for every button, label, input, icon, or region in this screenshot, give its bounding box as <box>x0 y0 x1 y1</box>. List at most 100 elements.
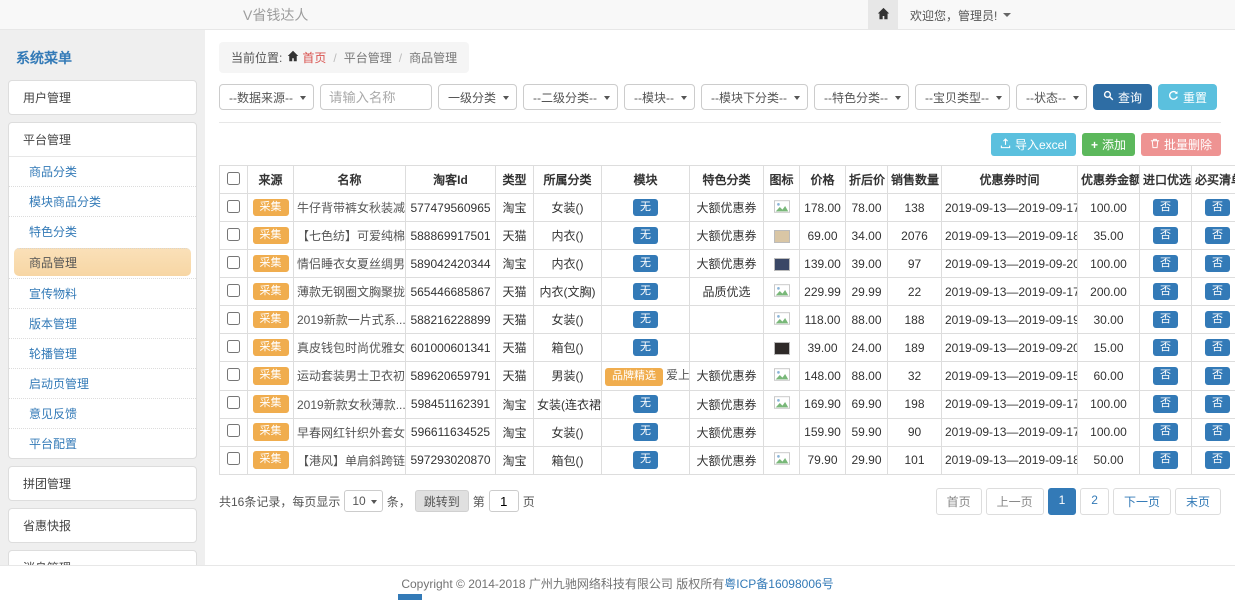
must-buy-toggle[interactable]: 否 <box>1205 283 1230 301</box>
module-none-badge[interactable]: 无 <box>633 283 658 301</box>
sidebar-item-平台管理[interactable]: 平台管理 <box>9 123 196 156</box>
module-none-badge[interactable]: 无 <box>633 311 658 329</box>
sidebar-item-用户管理[interactable]: 用户管理 <box>9 81 196 114</box>
status-select[interactable]: --状态-- <box>1016 84 1087 110</box>
import-select-toggle[interactable]: 否 <box>1153 255 1178 273</box>
must-buy-toggle[interactable]: 否 <box>1205 423 1230 441</box>
icp-link[interactable]: 粤ICP备16098006号 <box>724 575 833 592</box>
sidebar-item-拼团管理[interactable]: 拼团管理 <box>9 467 196 500</box>
sidebar-item-意见反馈[interactable]: 意见反馈 <box>9 398 196 428</box>
welcome-text: 欢迎您，管理员! <box>910 7 997 24</box>
import-select-toggle[interactable]: 否 <box>1153 395 1178 413</box>
pager-button-下一页[interactable]: 下一页 <box>1113 488 1171 515</box>
must-buy-toggle[interactable]: 否 <box>1205 227 1230 245</box>
source-badge[interactable]: 采集 <box>253 227 289 245</box>
pager-button-上一页[interactable]: 上一页 <box>986 488 1044 515</box>
source-badge[interactable]: 采集 <box>253 283 289 301</box>
batch-delete-button[interactable]: 批量删除 <box>1141 133 1221 156</box>
breadcrumb-item-goods[interactable]: 商品管理 <box>409 49 457 66</box>
row-checkbox[interactable] <box>227 424 240 437</box>
must-buy-toggle[interactable]: 否 <box>1205 395 1230 413</box>
sidebar-item-版本管理[interactable]: 版本管理 <box>9 308 196 338</box>
import-select-toggle[interactable]: 否 <box>1153 367 1178 385</box>
source-badge[interactable]: 采集 <box>253 367 289 385</box>
select-all-checkbox[interactable] <box>227 172 240 185</box>
source-badge[interactable]: 采集 <box>253 311 289 329</box>
import-select-toggle[interactable]: 否 <box>1153 283 1178 301</box>
row-checkbox[interactable] <box>227 452 240 465</box>
sidebar-item-省惠快报[interactable]: 省惠快报 <box>9 509 196 542</box>
row-checkbox[interactable] <box>227 228 240 241</box>
module-subcategory-select[interactable]: --模块下分类-- <box>701 84 808 110</box>
must-buy-cell: 否 <box>1192 222 1235 250</box>
data-source-select[interactable]: --数据来源-- <box>219 84 314 110</box>
module-none-badge[interactable]: 无 <box>633 255 658 273</box>
import-excel-button[interactable]: 导入excel <box>991 133 1076 156</box>
row-checkbox[interactable] <box>227 256 240 269</box>
import-select-toggle[interactable]: 否 <box>1153 339 1178 357</box>
sidebar-item-轮播管理[interactable]: 轮播管理 <box>9 338 196 368</box>
pager-button-2[interactable]: 2 <box>1080 488 1109 515</box>
row-checkbox[interactable] <box>227 368 240 381</box>
pager-button-末页[interactable]: 末页 <box>1175 488 1221 515</box>
pager-button-首页[interactable]: 首页 <box>936 488 982 515</box>
module-select[interactable]: --模块-- <box>624 84 695 110</box>
breadcrumb-home-link[interactable]: 首页 <box>287 49 326 66</box>
module-none-badge[interactable]: 无 <box>633 199 658 217</box>
sidebar-item-商品分类[interactable]: 商品分类 <box>9 157 196 186</box>
must-buy-toggle[interactable]: 否 <box>1205 451 1230 469</box>
must-buy-toggle[interactable]: 否 <box>1205 255 1230 273</box>
import-select-toggle[interactable]: 否 <box>1153 423 1178 441</box>
import-select-toggle[interactable]: 否 <box>1153 451 1178 469</box>
product-name-input[interactable] <box>320 84 432 110</box>
user-menu[interactable]: 欢迎您，管理员! <box>898 0 1023 30</box>
breadcrumb-item-platform[interactable]: 平台管理 <box>344 49 392 66</box>
search-button[interactable]: 查询 <box>1093 84 1152 110</box>
coupon-amount-cell: 30.00 <box>1078 306 1140 334</box>
row-checkbox[interactable] <box>227 312 240 325</box>
module-badge[interactable]: 品牌精选 <box>605 368 663 386</box>
home-button[interactable] <box>868 0 898 30</box>
source-badge[interactable]: 采集 <box>253 255 289 273</box>
must-buy-toggle[interactable]: 否 <box>1205 199 1230 217</box>
sidebar-item-消息管理[interactable]: 消息管理 <box>9 551 196 565</box>
source-badge[interactable]: 采集 <box>253 423 289 441</box>
level2-category-select[interactable]: --二级分类-- <box>523 84 618 110</box>
row-checkbox[interactable] <box>227 200 240 213</box>
reset-button[interactable]: 重置 <box>1158 84 1217 110</box>
source-badge[interactable]: 采集 <box>253 451 289 469</box>
source-cell: 采集 <box>248 250 294 278</box>
module-none-badge[interactable]: 无 <box>633 339 658 357</box>
row-checkbox[interactable] <box>227 340 240 353</box>
sidebar-item-平台配置[interactable]: 平台配置 <box>9 428 196 458</box>
source-badge[interactable]: 采集 <box>253 199 289 217</box>
coupon-amount-cell: 35.00 <box>1078 222 1140 250</box>
pager-button-1[interactable]: 1 <box>1048 488 1077 515</box>
module-none-badge[interactable]: 无 <box>633 395 658 413</box>
per-page-select[interactable]: 10 <box>344 490 382 512</box>
row-checkbox[interactable] <box>227 396 240 409</box>
module-none-badge[interactable]: 无 <box>633 227 658 245</box>
source-badge[interactable]: 采集 <box>253 395 289 413</box>
sidebar-item-模块商品分类[interactable]: 模块商品分类 <box>9 186 196 216</box>
sidebar-item-宣传物料[interactable]: 宣传物料 <box>9 278 196 308</box>
jump-button[interactable]: 跳转到 <box>415 490 469 512</box>
module-none-badge[interactable]: 无 <box>633 423 658 441</box>
import-select-toggle[interactable]: 否 <box>1153 227 1178 245</box>
sidebar-item-商品管理[interactable]: 商品管理 <box>14 248 191 276</box>
item-type-select[interactable]: --宝贝类型-- <box>915 84 1010 110</box>
source-badge[interactable]: 采集 <box>253 339 289 357</box>
page-number-input[interactable] <box>489 490 519 512</box>
level1-category-select[interactable]: 一级分类 <box>438 84 517 110</box>
import-select-toggle[interactable]: 否 <box>1153 199 1178 217</box>
feature-category-select[interactable]: --特色分类-- <box>814 84 909 110</box>
must-buy-toggle[interactable]: 否 <box>1205 339 1230 357</box>
row-checkbox[interactable] <box>227 284 240 297</box>
must-buy-toggle[interactable]: 否 <box>1205 367 1230 385</box>
must-buy-toggle[interactable]: 否 <box>1205 311 1230 329</box>
sidebar-item-启动页管理[interactable]: 启动页管理 <box>9 368 196 398</box>
module-none-badge[interactable]: 无 <box>633 451 658 469</box>
add-button[interactable]: + 添加 <box>1082 133 1135 156</box>
sidebar-item-特色分类[interactable]: 特色分类 <box>9 216 196 246</box>
import-select-toggle[interactable]: 否 <box>1153 311 1178 329</box>
